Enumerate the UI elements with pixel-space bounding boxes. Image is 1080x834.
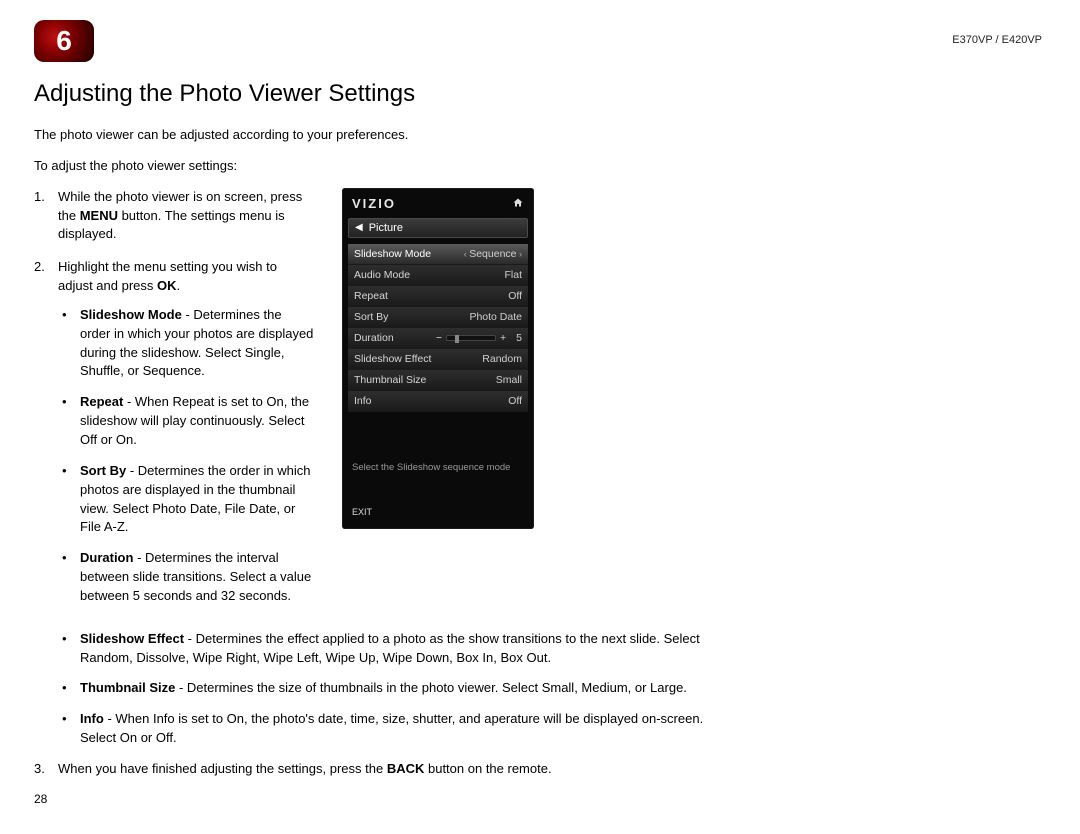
model-label: E370VP / E420VP	[952, 34, 1042, 46]
lead-in-paragraph: To adjust the photo viewer settings:	[34, 157, 729, 176]
tv-row-slideshow-effect: Slideshow EffectRandom	[348, 349, 528, 370]
bullet-slideshow-mode: Slideshow Mode - Determines the order in…	[58, 306, 314, 381]
tv-row-sort-by: Sort ByPhoto Date	[348, 307, 528, 328]
bullet-thumbnail-size: Thumbnail Size - Determines the size of …	[58, 679, 729, 698]
home-icon	[512, 197, 524, 209]
bullet-repeat: Repeat - When Repeat is set to On, the s…	[58, 393, 314, 450]
page-number: 28	[34, 792, 47, 806]
steps-list: While the photo viewer is on screen, pre…	[34, 188, 314, 606]
bullet-info: Info - When Info is set to On, the photo…	[58, 710, 729, 748]
tv-exit-label: EXIT	[348, 503, 528, 519]
step-2-sublist-continued: Slideshow Effect - Determines the effect…	[58, 630, 729, 748]
tv-row-audio-mode: Audio ModeFlat	[348, 265, 528, 286]
vizio-logo: VIZIO	[352, 196, 396, 211]
steps-list-continued: When you have finished adjusting the set…	[34, 760, 729, 779]
tv-breadcrumb: ◀ Picture	[348, 218, 528, 238]
tv-row-duration: Duration − + 5	[348, 328, 528, 349]
tv-row-info: InfoOff	[348, 391, 528, 412]
step-2: Highlight the menu setting you wish to a…	[34, 258, 314, 606]
chapter-badge: 6	[34, 20, 94, 62]
tv-row-thumbnail-size: Thumbnail SizeSmall	[348, 370, 528, 391]
intro-paragraph: The photo viewer can be adjusted accordi…	[34, 126, 729, 145]
tv-row-slideshow-mode: Slideshow ModeSequence	[348, 244, 528, 265]
back-arrow-icon: ◀	[355, 222, 363, 233]
minus-icon: −	[436, 332, 442, 344]
bullet-duration: Duration - Determines the interval betwe…	[58, 549, 314, 606]
bullet-slideshow-effect: Slideshow Effect - Determines the effect…	[58, 630, 729, 668]
tv-row-repeat: RepeatOff	[348, 286, 528, 307]
duration-slider	[446, 335, 496, 341]
step-3: When you have finished adjusting the set…	[34, 760, 729, 779]
step-2-sublist: Slideshow Mode - Determines the order in…	[58, 306, 314, 606]
bullet-sort-by: Sort By - Determines the order in which …	[58, 462, 314, 537]
chapter-number: 6	[56, 25, 72, 57]
plus-icon: +	[500, 332, 506, 344]
section-title: Adjusting the Photo Viewer Settings	[34, 80, 1046, 108]
tv-hint-text: Select the Slideshow sequence mode	[348, 412, 528, 503]
step-1: While the photo viewer is on screen, pre…	[34, 188, 314, 245]
tv-menu-screenshot: VIZIO ◀ Picture Slideshow ModeSequence A…	[342, 188, 534, 529]
